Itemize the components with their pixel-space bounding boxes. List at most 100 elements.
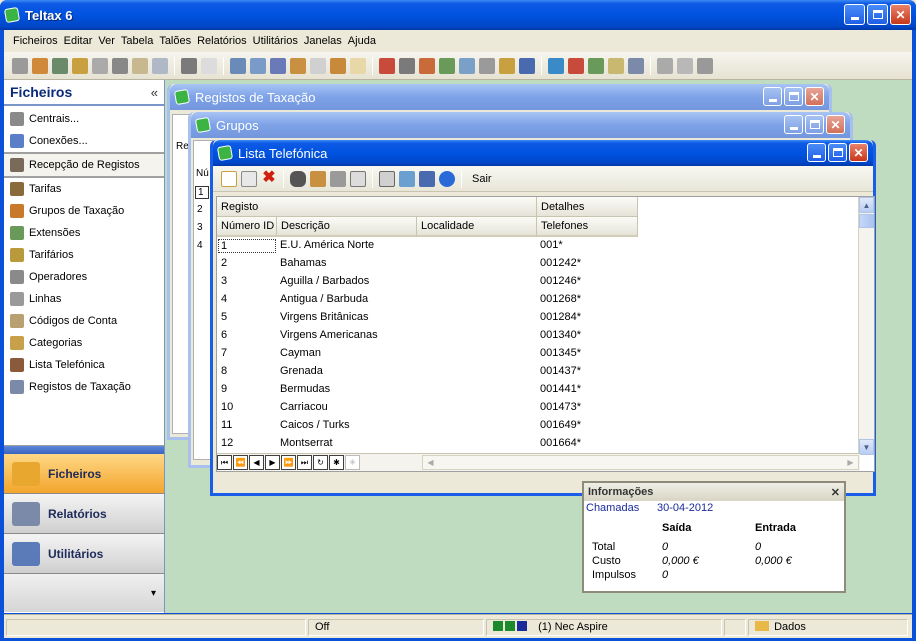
toolbar-button-30-icon[interactable] bbox=[628, 57, 644, 74]
nav-item-billing-records[interactable]: Registos de Taxação bbox=[4, 376, 164, 398]
menu-item-1[interactable]: Editar bbox=[61, 35, 96, 47]
toolbar-button-14-icon[interactable] bbox=[290, 57, 306, 74]
toolbar-button-23-icon[interactable] bbox=[479, 57, 495, 74]
scroll-up-icon[interactable]: ▲ bbox=[859, 197, 874, 213]
nav-item-account-code[interactable]: Códigos de Conta bbox=[4, 310, 164, 332]
toolbar-button-32-icon[interactable] bbox=[677, 57, 693, 74]
table-row[interactable]: 4 Antigua / Barbuda 001268* bbox=[217, 291, 638, 309]
last-record-icon[interactable]: ⏭ bbox=[297, 455, 312, 470]
menu-item-8[interactable]: Ajuda bbox=[345, 35, 379, 47]
table-row[interactable]: 9 Bermudas 001441* bbox=[217, 381, 638, 399]
toolbar-button-12-icon[interactable] bbox=[250, 57, 266, 74]
save-row-icon[interactable]: ✳ bbox=[345, 455, 360, 470]
table-row[interactable]: 1 E.U. América Norte 001* bbox=[217, 237, 638, 255]
toolbar-button-27-icon[interactable] bbox=[568, 57, 584, 74]
maximize-button[interactable] bbox=[828, 143, 847, 162]
prev-record-icon[interactable]: ◀ bbox=[249, 455, 264, 470]
toolbar-button-29-icon[interactable] bbox=[608, 57, 624, 74]
toolbar-button-18-icon[interactable] bbox=[379, 57, 395, 74]
toolbar-button-20-icon[interactable] bbox=[419, 57, 435, 74]
toolbar-button-28-icon[interactable] bbox=[588, 57, 604, 74]
table-row[interactable]: 8 Grenada 001437* bbox=[217, 363, 638, 381]
minimize-button[interactable] bbox=[763, 87, 782, 106]
table-row[interactable]: 11 Caicos / Turks 001649* bbox=[217, 417, 638, 435]
collapse-icon[interactable]: « bbox=[151, 85, 158, 100]
grupos-row-number[interactable]: 4 bbox=[197, 240, 203, 251]
next-record-icon[interactable]: ▶ bbox=[265, 455, 280, 470]
column-header-descricao[interactable]: Descrição bbox=[277, 217, 417, 237]
scroll-thumb[interactable] bbox=[859, 214, 874, 228]
toolbar-button-19-icon[interactable] bbox=[399, 57, 415, 74]
close-button[interactable]: ✕ bbox=[890, 4, 911, 25]
table-row[interactable]: 12 Montserrat 001664* bbox=[217, 435, 638, 453]
menu-item-4[interactable]: Talões bbox=[156, 35, 194, 47]
nav-item-group[interactable]: Grupos de Taxação bbox=[4, 200, 164, 222]
column-header-id[interactable]: Número ID bbox=[217, 217, 277, 237]
toolbar-button-31-icon[interactable] bbox=[657, 57, 673, 74]
toolbar-button-33-icon[interactable] bbox=[697, 57, 713, 74]
nav-item-operator[interactable]: Operadores bbox=[4, 266, 164, 288]
print-icon[interactable] bbox=[330, 170, 346, 187]
table-row[interactable]: 2 Bahamas 001242* bbox=[217, 255, 638, 273]
menu-item-0[interactable]: Ficheiros bbox=[10, 35, 61, 47]
nav-section-printer[interactable]: Relatórios bbox=[4, 494, 164, 534]
menu-item-2[interactable]: Ver bbox=[95, 35, 118, 47]
menu-item-5[interactable]: Relatórios bbox=[194, 35, 250, 47]
toolbar-button-11-icon[interactable] bbox=[230, 57, 246, 74]
nav-item-line[interactable]: Linhas bbox=[4, 288, 164, 310]
scroll-right-icon[interactable]: ▶ bbox=[843, 456, 858, 469]
nav-section-utilities[interactable]: Utilitários bbox=[4, 534, 164, 574]
close-button[interactable]: ✕ bbox=[849, 143, 868, 162]
menu-item-7[interactable]: Janelas bbox=[301, 35, 345, 47]
column-header-telefones[interactable]: Telefones bbox=[537, 217, 638, 237]
toolbar-button-4-icon[interactable] bbox=[72, 57, 88, 74]
filter-icon[interactable] bbox=[310, 170, 326, 187]
main-title-bar[interactable]: Teltax 6 ✕ bbox=[0, 0, 916, 30]
vertical-scrollbar[interactable]: ▲ ▼ bbox=[858, 197, 874, 455]
new-record-icon[interactable] bbox=[221, 170, 237, 187]
toolbar-button-3-icon[interactable] bbox=[52, 57, 68, 74]
toolbar-button-5-icon[interactable] bbox=[92, 57, 108, 74]
close-button[interactable]: ✕ bbox=[826, 115, 845, 134]
nav-splitter[interactable] bbox=[4, 446, 164, 454]
column-header-localidade[interactable]: Localidade bbox=[417, 217, 537, 237]
minimize-button[interactable] bbox=[784, 115, 803, 134]
toolbar-button-7-icon[interactable] bbox=[132, 57, 148, 74]
scroll-left-icon[interactable]: ◀ bbox=[423, 456, 438, 469]
table-row[interactable]: 7 Cayman 001345* bbox=[217, 345, 638, 363]
toolbar-button-10-icon[interactable] bbox=[201, 57, 217, 74]
export-icon[interactable] bbox=[379, 170, 395, 187]
toolbar-button-1-icon[interactable] bbox=[12, 57, 28, 74]
toolbar-button-2-icon[interactable] bbox=[32, 57, 48, 74]
import-icon[interactable] bbox=[399, 170, 415, 187]
nav-item-phone[interactable]: Centrais... bbox=[4, 108, 164, 130]
nav-section-folder[interactable]: Ficheiros bbox=[4, 454, 164, 494]
toolbar-button-15-icon[interactable] bbox=[310, 57, 326, 74]
minimize-button[interactable] bbox=[807, 143, 826, 162]
maximize-button[interactable] bbox=[805, 115, 824, 134]
horizontal-scrollbar[interactable]: ◀ ▶ bbox=[422, 455, 859, 470]
refresh-icon[interactable]: ↻ bbox=[313, 455, 328, 470]
info-icon[interactable] bbox=[439, 170, 455, 187]
toolbar-button-26-icon[interactable] bbox=[548, 57, 564, 74]
close-button[interactable]: ✕ bbox=[805, 87, 824, 106]
close-icon[interactable]: ✕ bbox=[831, 486, 840, 499]
lista-title-bar[interactable]: Lista Telefónica ✕ bbox=[213, 140, 873, 166]
toolbar-button-22-icon[interactable] bbox=[459, 57, 475, 74]
nav-item-connection[interactable]: Conexões... bbox=[4, 130, 164, 152]
nav-item-tariff[interactable]: Tarifas bbox=[4, 178, 164, 200]
next-page-icon[interactable]: ⏩ bbox=[281, 455, 296, 470]
maximize-button[interactable] bbox=[784, 87, 803, 106]
edit-record-icon[interactable] bbox=[241, 170, 257, 187]
new-row-icon[interactable]: ✱ bbox=[329, 455, 344, 470]
nav-item-reception[interactable]: Recepção de Registos bbox=[4, 152, 164, 178]
table-row[interactable]: 5 Virgens Britânicas 001284* bbox=[217, 309, 638, 327]
find-icon[interactable] bbox=[290, 170, 306, 187]
prev-page-icon[interactable]: ⏪ bbox=[233, 455, 248, 470]
columns-icon[interactable] bbox=[419, 170, 435, 187]
toolbar-button-24-icon[interactable] bbox=[499, 57, 515, 74]
nav-item-phonebook[interactable]: Lista Telefónica bbox=[4, 354, 164, 376]
nav-options-button[interactable]: ▾ bbox=[4, 574, 164, 612]
maximize-button[interactable] bbox=[867, 4, 888, 25]
first-record-icon[interactable]: ⏮ bbox=[217, 455, 232, 470]
